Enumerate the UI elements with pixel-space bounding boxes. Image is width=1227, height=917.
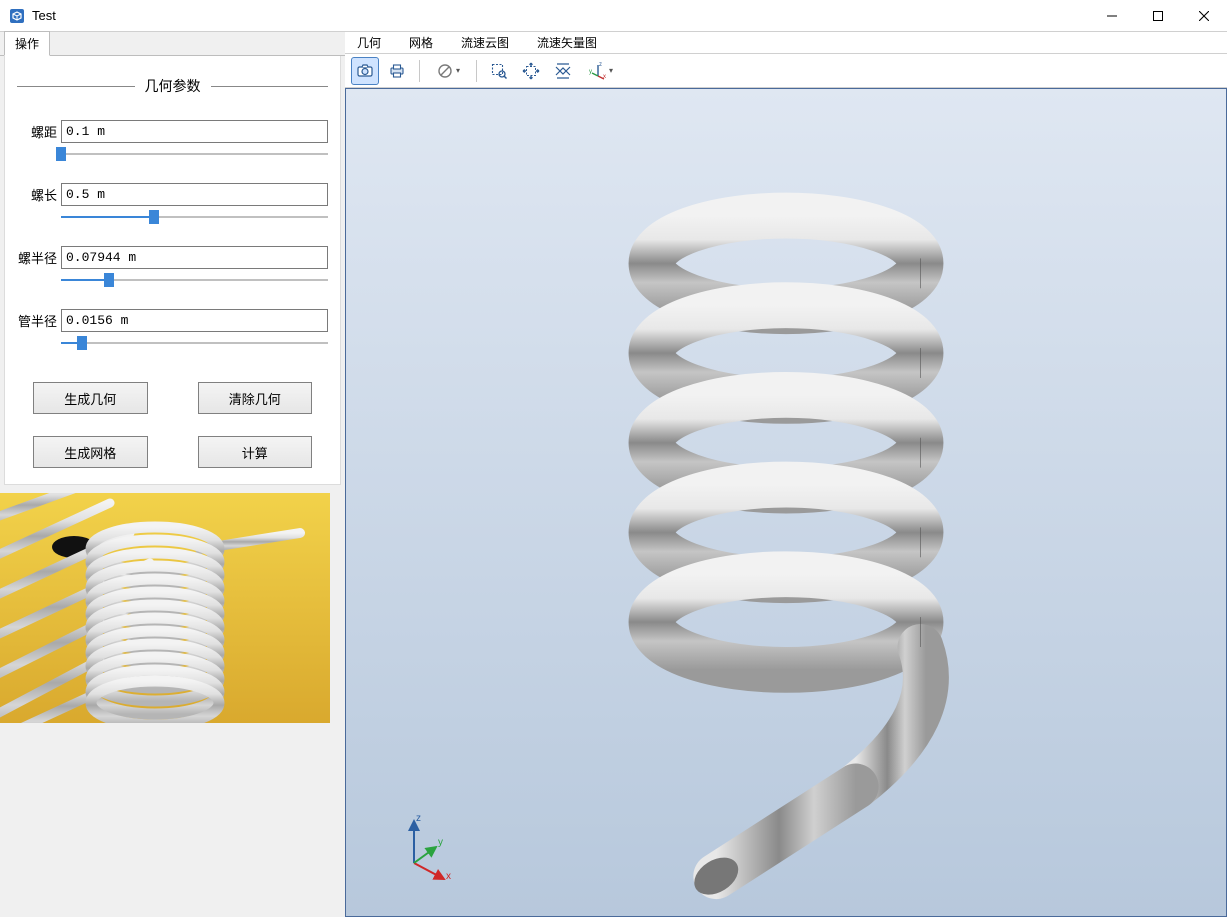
svg-text:x: x xyxy=(603,74,606,80)
section-title: 几何参数 xyxy=(135,76,211,96)
left-sidebar: 操作 几何参数 螺距 螺长 xyxy=(0,32,345,917)
svg-text:z: z xyxy=(599,62,602,68)
pan-icon[interactable] xyxy=(517,57,545,85)
generate-geometry-button[interactable]: 生成几何 xyxy=(33,382,148,414)
sidebar-tab-operations[interactable]: 操作 xyxy=(4,31,50,56)
reference-photo xyxy=(0,493,345,723)
window-minimize-button[interactable] xyxy=(1089,0,1135,32)
param-row-helix-radius: 螺半径 xyxy=(17,246,328,287)
axes-orient-icon[interactable]: z y x ▾ xyxy=(581,57,621,85)
app-icon xyxy=(8,7,26,25)
view-tab-velocity-cloud[interactable]: 流速云图 xyxy=(457,32,513,53)
disable-icon[interactable]: ▾ xyxy=(428,57,468,85)
sidebar-tab-bar: 操作 xyxy=(0,32,345,56)
right-panel: 几何 网格 流速云图 流速矢量图 xyxy=(345,32,1227,917)
param-label-length: 螺长 xyxy=(17,185,61,204)
param-row-length: 螺长 xyxy=(17,183,328,224)
view-tab-mesh[interactable]: 网格 xyxy=(405,32,437,53)
section-header-geom-params: 几何参数 xyxy=(17,76,328,96)
toolbar-separator xyxy=(476,60,477,82)
compute-button[interactable]: 计算 xyxy=(198,436,313,468)
param-input-length[interactable] xyxy=(61,183,328,206)
svg-text:y: y xyxy=(589,69,592,75)
param-input-pitch[interactable] xyxy=(61,120,328,143)
param-label-pitch: 螺距 xyxy=(17,122,61,141)
param-input-helix-radius[interactable] xyxy=(61,246,328,269)
view-toolbar: ▾ xyxy=(345,54,1227,88)
window-close-button[interactable] xyxy=(1181,0,1227,32)
view-tab-velocity-vector[interactable]: 流速矢量图 xyxy=(533,32,601,53)
param-label-tube-radius: 管半径 xyxy=(17,311,61,330)
axis-label-x: x xyxy=(446,871,451,881)
fit-view-icon[interactable] xyxy=(549,57,577,85)
clear-geometry-button[interactable]: 清除几何 xyxy=(198,382,313,414)
print-icon[interactable] xyxy=(383,57,411,85)
view-tab-bar: 几何 网格 流速云图 流速矢量图 xyxy=(345,32,1227,54)
window-maximize-button[interactable] xyxy=(1135,0,1181,32)
chevron-down-icon: ▾ xyxy=(609,66,613,75)
axis-label-z: z xyxy=(416,813,421,824)
view-tab-geometry[interactable]: 几何 xyxy=(353,32,385,53)
window-titlebar: Test xyxy=(0,0,1227,32)
axis-label-y: y xyxy=(438,837,443,848)
param-input-tube-radius[interactable] xyxy=(61,309,328,332)
3d-viewport[interactable]: z y x xyxy=(345,88,1227,917)
zoom-select-icon[interactable] xyxy=(485,57,513,85)
param-slider-length[interactable] xyxy=(61,210,328,224)
param-row-tube-radius: 管半径 xyxy=(17,309,328,350)
param-slider-pitch[interactable] xyxy=(61,147,328,161)
param-row-pitch: 螺距 xyxy=(17,120,328,161)
toolbar-separator xyxy=(419,60,420,82)
camera-icon[interactable] xyxy=(351,57,379,85)
chevron-down-icon: ▾ xyxy=(456,66,460,75)
sidebar-content: 几何参数 螺距 螺长 xyxy=(4,56,341,485)
param-slider-tube-radius[interactable] xyxy=(61,336,328,350)
window-title: Test xyxy=(32,8,56,23)
param-slider-helix-radius[interactable] xyxy=(61,273,328,287)
generate-mesh-button[interactable]: 生成网格 xyxy=(33,436,148,468)
helix-model xyxy=(346,89,1226,916)
axis-triad: z y x xyxy=(396,811,466,881)
param-label-helix-radius: 螺半径 xyxy=(17,248,61,267)
